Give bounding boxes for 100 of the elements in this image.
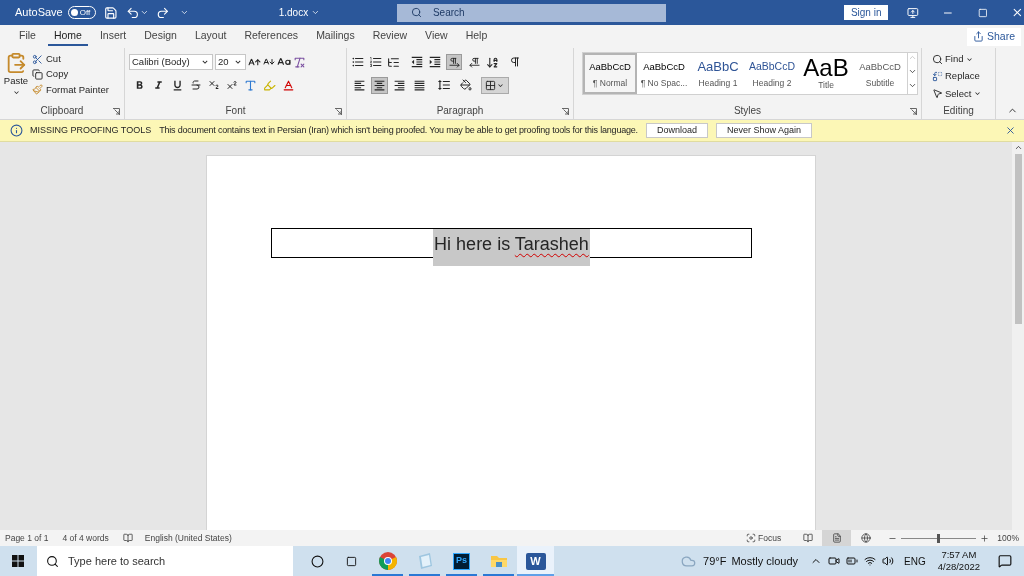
save-icon[interactable]: [104, 5, 118, 20]
replace-icon[interactable]: [932, 70, 943, 82]
scissors-icon[interactable]: [32, 53, 43, 65]
ribbon-tab[interactable]: References: [238, 27, 305, 46]
show-marks-icon[interactable]: [509, 56, 521, 68]
bullets-icon[interactable]: [351, 55, 365, 69]
temperature[interactable]: 79°F: [703, 552, 727, 570]
multilevel-list-icon[interactable]: [387, 55, 400, 69]
ribbon-tab[interactable]: Layout: [188, 27, 233, 46]
borders-icon[interactable]: [485, 79, 496, 91]
page-icon[interactable]: [831, 533, 842, 543]
style-item[interactable]: AaBbCcD ¶ No Spac...: [637, 53, 691, 94]
superscript-icon[interactable]: [226, 79, 238, 91]
close-icon[interactable]: [1005, 125, 1016, 136]
word-icon[interactable]: W: [525, 552, 546, 570]
sign-in-button[interactable]: Sign in: [844, 5, 889, 20]
line-spacing-icon[interactable]: [437, 78, 451, 92]
find-button[interactable]: Find: [932, 52, 991, 67]
undo-icon[interactable]: [125, 5, 140, 20]
replace-button[interactable]: Replace: [932, 69, 991, 84]
ribbon-tab[interactable]: Mailings: [310, 27, 361, 46]
underline-icon[interactable]: [171, 78, 184, 92]
vertical-scrollbar[interactable]: [1012, 142, 1024, 530]
sort-icon[interactable]: [486, 55, 499, 69]
dialog-launcher-icon[interactable]: [562, 108, 569, 115]
meet-icon[interactable]: [828, 555, 841, 567]
page-count[interactable]: Page 1 of 1: [5, 531, 49, 545]
shrink-font-icon[interactable]: [263, 56, 275, 68]
increase-indent-icon[interactable]: [428, 55, 442, 69]
close-icon[interactable]: [1011, 6, 1024, 19]
focus-icon[interactable]: [746, 533, 757, 543]
wifi-icon[interactable]: [864, 555, 877, 567]
style-item[interactable]: AaB Title: [799, 53, 853, 94]
share-button[interactable]: Share: [966, 27, 1021, 46]
battery-icon[interactable]: [846, 555, 859, 567]
ribbon-tab[interactable]: File: [13, 27, 42, 46]
borders-button[interactable]: [481, 76, 509, 94]
view-button[interactable]: [822, 530, 852, 546]
ribbon-tab[interactable]: Home: [47, 27, 88, 46]
focus-button[interactable]: Focus: [746, 531, 782, 545]
browser-icon[interactable]: [377, 551, 398, 571]
ribbon-display-icon[interactable]: [907, 6, 919, 19]
info-bar-button[interactable]: Download: [645, 123, 708, 138]
language-status[interactable]: English (United States): [144, 531, 232, 545]
restore-icon[interactable]: [977, 7, 988, 18]
clock-date[interactable]: 4/28/2022: [937, 561, 980, 573]
cortana-icon[interactable]: [311, 554, 324, 568]
clock-time[interactable]: 7:57 AM: [941, 549, 977, 561]
style-item[interactable]: AaBbCcD Subtitle: [853, 53, 907, 94]
subscript-icon[interactable]: [208, 79, 220, 91]
zoom-slider[interactable]: [901, 533, 977, 543]
book-icon[interactable]: [802, 533, 813, 543]
ribbon-tab[interactable]: View: [419, 27, 454, 46]
share-icon[interactable]: [972, 31, 984, 42]
photoshop-icon[interactable]: Ps: [453, 552, 470, 570]
pointer-icon[interactable]: [932, 88, 943, 100]
scroll-down-icon[interactable]: [908, 67, 917, 76]
shading-icon[interactable]: [460, 79, 472, 91]
style-item[interactable]: AaBbCcD ¶ Normal: [583, 53, 637, 94]
format-painter-button[interactable]: Format Painter: [32, 82, 109, 97]
paste-button[interactable]: Paste: [4, 52, 28, 98]
start-icon[interactable]: [12, 555, 24, 567]
copy-icon[interactable]: [32, 68, 43, 80]
taskbar-search-field[interactable]: Type here to search: [37, 546, 293, 576]
search-field[interactable]: Search: [396, 3, 667, 22]
ribbon-tab[interactable]: Review: [366, 27, 414, 46]
font-color-icon[interactable]: [282, 78, 295, 92]
font-size-field[interactable]: 20: [215, 54, 246, 70]
zoom-in-icon[interactable]: [980, 533, 990, 543]
word-count[interactable]: 4 of 4 words: [62, 531, 109, 545]
cut-button[interactable]: Cut: [32, 52, 109, 67]
select-button[interactable]: Select: [932, 86, 991, 101]
ribbon-tab[interactable]: Insert: [93, 27, 133, 46]
strikethrough-icon[interactable]: [190, 79, 202, 91]
search-icon[interactable]: [932, 53, 943, 65]
customize-icon[interactable]: [179, 8, 189, 17]
weather-text[interactable]: Mostly cloudy: [731, 552, 799, 570]
italic-icon[interactable]: [152, 78, 165, 92]
numbering-icon[interactable]: [369, 55, 383, 69]
style-item[interactable]: AaBbC Heading 1: [691, 53, 745, 94]
dialog-launcher-icon[interactable]: [113, 108, 120, 115]
style-item[interactable]: AaBbCcD Heading 2: [745, 53, 799, 94]
notifications-icon[interactable]: [998, 554, 1012, 568]
task-view-icon[interactable]: [346, 555, 357, 567]
zoom-level[interactable]: 100%: [997, 531, 1019, 545]
info-bar-button[interactable]: Never Show Again: [715, 123, 812, 138]
clear-formatting-icon[interactable]: [293, 55, 306, 69]
volume-icon[interactable]: [882, 555, 895, 567]
search-icon[interactable]: [46, 554, 59, 568]
document-title[interactable]: 1.docx: [278, 5, 309, 20]
proofing-icon[interactable]: [122, 533, 133, 543]
ribbon-tab[interactable]: Help: [459, 27, 494, 46]
clipboard-icon[interactable]: [5, 52, 27, 74]
text-effects-icon[interactable]: [244, 78, 257, 92]
dialog-launcher-icon[interactable]: [910, 108, 917, 115]
dialog-launcher-icon[interactable]: [335, 108, 342, 115]
ribbon-tab[interactable]: Design: [138, 27, 183, 46]
redo-icon[interactable]: [156, 5, 170, 20]
scroll-up-icon[interactable]: [1013, 143, 1023, 152]
more-styles-icon[interactable]: [908, 81, 917, 90]
